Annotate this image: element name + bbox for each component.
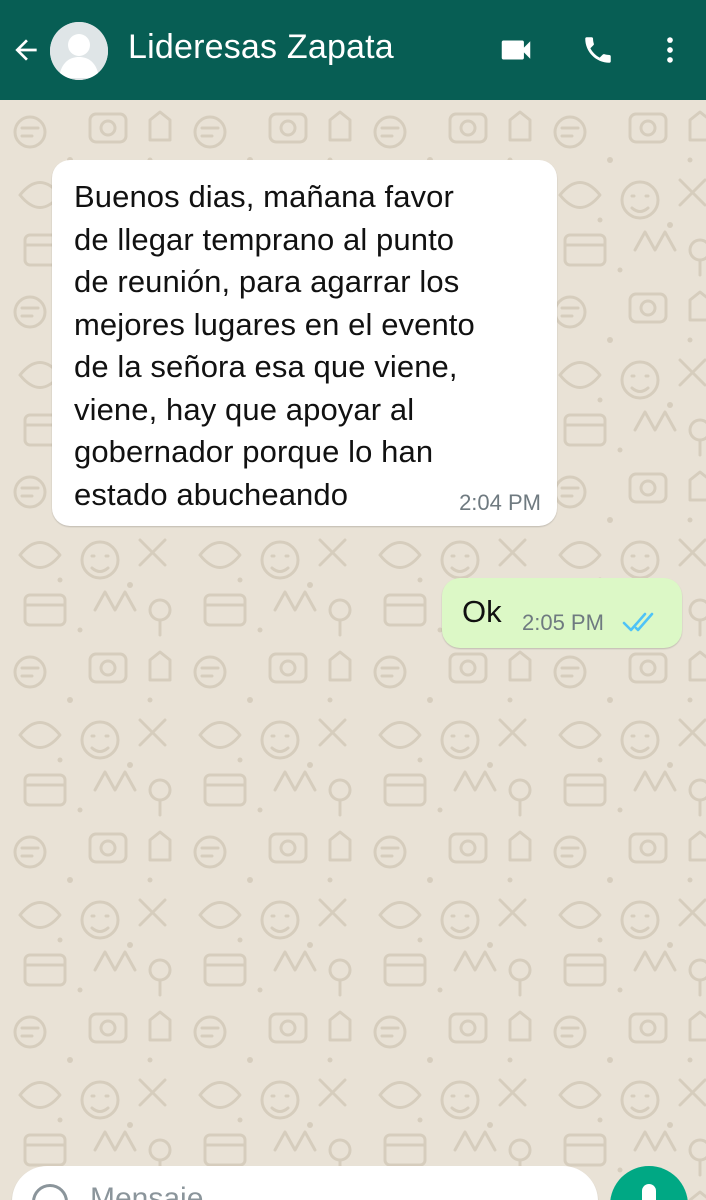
microphone-button[interactable] bbox=[610, 1166, 688, 1200]
message-input[interactable] bbox=[90, 1174, 570, 1200]
message-text: Ok bbox=[462, 594, 502, 629]
microphone-icon bbox=[642, 1184, 656, 1200]
video-camera-icon bbox=[501, 40, 531, 60]
phone-icon bbox=[585, 37, 611, 63]
voice-call-button[interactable] bbox=[578, 30, 618, 70]
avatar-placeholder-icon bbox=[50, 22, 108, 80]
back-arrow-icon bbox=[15, 39, 37, 61]
chat-header: Lideresas Zapata bbox=[0, 0, 706, 100]
video-call-button[interactable] bbox=[496, 30, 536, 70]
more-vertical-icon bbox=[667, 37, 673, 63]
message-text: Buenos dias, mañana favor de llegar temp… bbox=[74, 179, 475, 512]
outgoing-message[interactable]: Ok 2:05 PM bbox=[442, 578, 682, 648]
double-check-icon bbox=[622, 612, 654, 632]
message-composer bbox=[12, 1166, 598, 1200]
chat-area[interactable]: Buenos dias, mañana favor de llegar temp… bbox=[0, 100, 706, 1200]
contact-avatar[interactable] bbox=[50, 22, 108, 80]
incoming-message[interactable]: Buenos dias, mañana favor de llegar temp… bbox=[52, 160, 557, 526]
message-time: 2:05 PM bbox=[522, 610, 604, 635]
contact-name[interactable]: Lideresas Zapata bbox=[128, 28, 394, 67]
message-time: 2:04 PM bbox=[459, 490, 541, 515]
back-button[interactable] bbox=[8, 30, 44, 70]
emoji-icon[interactable] bbox=[32, 1184, 68, 1200]
more-options-button[interactable] bbox=[650, 30, 690, 70]
